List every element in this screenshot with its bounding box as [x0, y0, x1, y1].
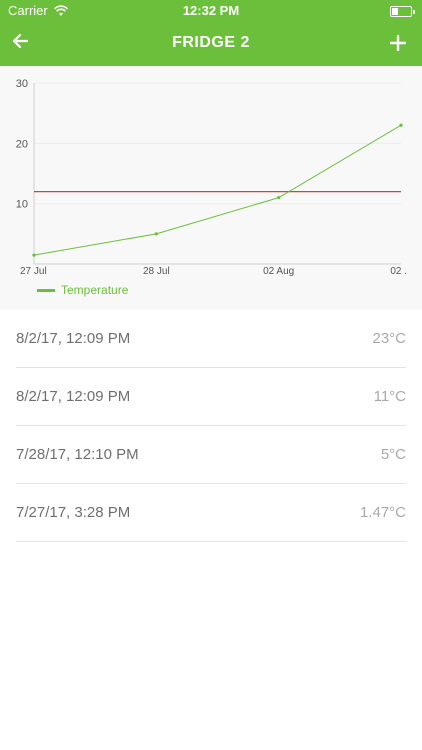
- y-tick-label: 20: [16, 138, 28, 150]
- chart-svg: 10 20 30 27 Jul 28 Jul 02 Aug 02 .: [16, 78, 407, 277]
- temperature-chart: 10 20 30 27 Jul 28 Jul 02 Aug 02 . Temperature: [0, 66, 422, 310]
- reading-row[interactable]: 8/2/17, 12:09 PM 23°C: [16, 310, 406, 368]
- page-title: FRIDGE 2: [172, 34, 250, 51]
- data-point: [154, 232, 158, 236]
- legend-swatch: [37, 288, 55, 292]
- reading-date: 8/2/17, 12:09 PM: [16, 330, 131, 347]
- x-tick-label: 28 Jul: [143, 266, 170, 277]
- reading-date: 8/2/17, 12:09 PM: [16, 388, 131, 405]
- nav-bar: FRIDGE 2: [0, 22, 422, 66]
- chart-legend: Temperature: [37, 283, 128, 297]
- reading-date: 7/28/17, 12:10 PM: [16, 446, 139, 463]
- reading-temp: 1.47°C: [359, 504, 406, 521]
- reading-temp: 5°C: [380, 446, 406, 463]
- data-point: [277, 196, 281, 200]
- reading-date: 7/27/17, 3:28 PM: [16, 504, 131, 521]
- x-tick-label: 02 .: [390, 266, 407, 277]
- status-bar: Carrier 12:32 PM: [0, 0, 422, 22]
- add-button[interactable]: [386, 29, 410, 55]
- x-tick-label: 02 Aug: [263, 266, 294, 277]
- battery-icon: [390, 6, 415, 17]
- reading-row[interactable]: 7/27/17, 3:28 PM 1.47°C: [16, 484, 406, 542]
- legend-label: Temperature: [61, 283, 129, 297]
- plus-icon: [389, 34, 407, 52]
- header: Carrier 12:32 PM FRIDGE 2: [0, 0, 422, 66]
- status-time: 12:32 PM: [182, 3, 240, 18]
- y-tick-label: 30: [16, 78, 28, 90]
- reading-temp: 23°C: [372, 330, 406, 347]
- temperature-line: [33, 124, 402, 256]
- x-tick-label: 27 Jul: [20, 266, 47, 277]
- readings-list: 8/2/17, 12:09 PM 23°C 8/2/17, 12:09 PM 1…: [0, 310, 422, 542]
- reading-row[interactable]: 7/28/17, 12:10 PM 5°C: [16, 426, 406, 484]
- reading-temp: 11°C: [373, 388, 406, 405]
- data-point: [399, 123, 403, 127]
- data-point: [32, 253, 36, 257]
- y-tick-label: 10: [16, 199, 28, 211]
- reading-row[interactable]: 8/2/17, 12:09 PM 11°C: [16, 368, 406, 426]
